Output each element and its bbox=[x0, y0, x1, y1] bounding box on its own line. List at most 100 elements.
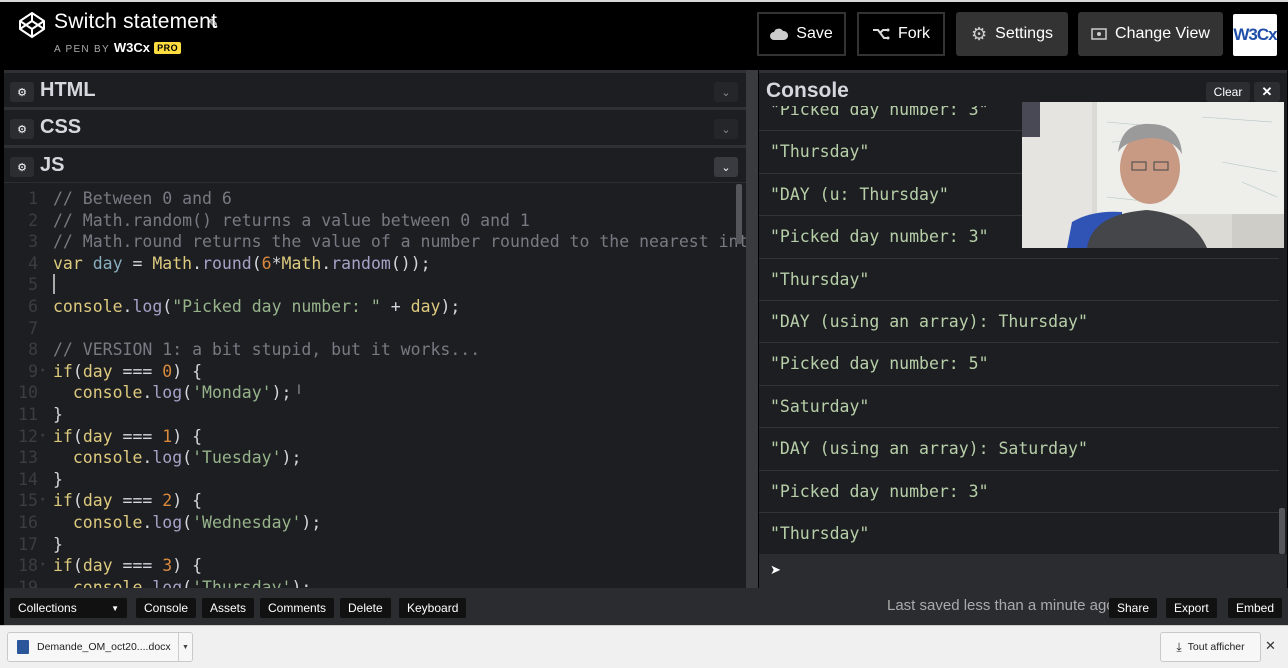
console-clear-button[interactable]: Clear bbox=[1206, 82, 1250, 102]
js-settings-gear-icon[interactable]: ⚙ bbox=[10, 157, 34, 177]
console-log-entry: "Thursday" bbox=[759, 259, 1279, 301]
code-line[interactable]: 3 // Math.round returns the value of a nu… bbox=[4, 231, 746, 253]
last-saved-status: Last saved less than a minute ago bbox=[887, 597, 1115, 614]
download-file-name: Demande_OM_oct20....docx bbox=[37, 641, 171, 653]
fork-button[interactable]: Fork bbox=[857, 12, 945, 56]
code-line[interactable]: 13 console.log('Tuesday'); bbox=[4, 447, 734, 469]
dropdown-caret-icon: ▼ bbox=[111, 603, 119, 613]
code-text: // Between 0 and 6 bbox=[53, 189, 232, 208]
footer-comments-button[interactable]: Comments bbox=[260, 598, 335, 618]
code-text: console.log('Wednesday'); bbox=[72, 513, 322, 532]
css-editor-title: CSS bbox=[40, 116, 82, 138]
code-line[interactable]: 18 ▾ if(day === 3) { bbox=[4, 555, 734, 577]
console-log-entry: "Saturday" bbox=[759, 386, 1279, 429]
settings-label: Settings bbox=[995, 25, 1053, 42]
code-line[interactable]: 19 console.log('Thursday'); bbox=[4, 577, 734, 588]
console-log-entry: "Picked day number: 3" bbox=[759, 471, 1279, 513]
css-settings-gear-icon[interactable]: ⚙ bbox=[10, 119, 34, 139]
share-button[interactable]: Share bbox=[1109, 598, 1158, 618]
pane-resize-handle[interactable] bbox=[746, 70, 758, 588]
line-number: 13 bbox=[18, 448, 38, 468]
line-number: 8 bbox=[28, 340, 38, 360]
css-collapse-chevron-icon[interactable]: ⌄ bbox=[714, 119, 738, 139]
codepen-logo-icon[interactable] bbox=[18, 11, 46, 39]
line-number: 18 bbox=[18, 556, 38, 576]
code-text: console.log('Monday'); bbox=[72, 383, 292, 403]
console-scrollbar[interactable] bbox=[1279, 508, 1285, 554]
html-collapse-chevron-icon[interactable]: ⌄ bbox=[714, 82, 738, 102]
download-options-caret-icon[interactable]: ▼ bbox=[178, 633, 192, 661]
css-editor-header[interactable]: ⚙ CSS ⌄ bbox=[4, 107, 746, 143]
change-view-button[interactable]: Change View bbox=[1078, 12, 1223, 56]
code-line[interactable]: 1 // Between 0 and 6 bbox=[4, 188, 734, 210]
show-all-downloads-button[interactable]: ⤓ Tout afficher bbox=[1160, 632, 1261, 662]
footer-keyboard-button[interactable]: Keyboard bbox=[399, 598, 467, 618]
console-log-entry: "Thursday" bbox=[759, 513, 1279, 556]
code-line[interactable]: 12 ▾ if(day === 1) { bbox=[4, 426, 734, 448]
embed-button[interactable]: Embed bbox=[1228, 598, 1283, 618]
code-line[interactable]: 15 ▾ if(day === 2) { bbox=[4, 490, 734, 512]
fork-label: Fork bbox=[898, 25, 930, 42]
footer-console-button[interactable]: Console bbox=[136, 598, 197, 618]
code-line[interactable]: 6 console.log("Picked day number: " + day… bbox=[4, 296, 734, 318]
code-line[interactable]: 11} bbox=[4, 404, 734, 426]
code-text: } bbox=[53, 405, 63, 424]
code-text: if(day === 3) { bbox=[53, 556, 203, 576]
console-prompt-icon: ➤ bbox=[770, 562, 781, 577]
js-collapse-chevron-icon[interactable]: ⌄ bbox=[714, 157, 738, 177]
line-number: 19 bbox=[18, 577, 38, 588]
code-line[interactable]: 5 bbox=[4, 274, 734, 296]
line-number: 16 bbox=[18, 513, 38, 532]
js-editor-title: JS bbox=[40, 154, 65, 176]
download-item[interactable]: Demande_OM_oct20....docx ▼ bbox=[7, 632, 193, 662]
console-log-entry: "DAY (using an array): Thursday" bbox=[759, 301, 1279, 344]
fold-toggle-icon[interactable]: ▾ bbox=[40, 490, 45, 512]
code-text: // VERSION 1: a bit stupid, but it works… bbox=[53, 340, 481, 360]
edit-title-pencil-icon[interactable]: ✎ bbox=[208, 16, 219, 32]
console-input[interactable]: ➤ bbox=[759, 554, 1287, 588]
footer-assets-button[interactable]: Assets bbox=[202, 598, 255, 618]
code-text: if(day === 2) { bbox=[53, 491, 203, 511]
settings-button[interactable]: ⚙ Settings bbox=[956, 12, 1068, 56]
fold-toggle-icon[interactable]: ▾ bbox=[40, 361, 45, 383]
code-editor-scrollbar[interactable] bbox=[736, 184, 742, 244]
js-editor-header[interactable]: ⚙ JS ⌄ bbox=[4, 145, 746, 181]
console-log-entry: "DAY (using an array): Saturday" bbox=[759, 428, 1279, 471]
pen-header: Switch statement ✎ A PEN BY W3Cx PRO Sav… bbox=[0, 2, 1288, 66]
download-bar-close-icon[interactable]: ✕ bbox=[1265, 638, 1276, 654]
export-button[interactable]: Export bbox=[1166, 598, 1217, 618]
js-code-editor[interactable]: I 1// Between 0 and 6 2// Math.random() r… bbox=[4, 182, 746, 588]
fold-toggle-icon[interactable]: ▾ bbox=[40, 426, 45, 448]
console-close-icon[interactable]: ✕ bbox=[1254, 82, 1280, 102]
code-text: if(day === 0) { bbox=[53, 361, 203, 381]
code-line[interactable]: 4 var day = Math.round(6*Math.random()); bbox=[4, 253, 734, 275]
console-header: Console Clear ✕ bbox=[759, 70, 1287, 106]
code-line[interactable]: 14} bbox=[4, 469, 734, 491]
code-line[interactable]: 7 bbox=[4, 318, 734, 340]
line-number: 15 bbox=[18, 491, 38, 511]
code-line[interactable]: 2 // Math.random() returns a value betwee… bbox=[4, 210, 734, 232]
user-avatar[interactable]: W3Cx bbox=[1233, 14, 1278, 56]
author-link[interactable]: W3Cx bbox=[114, 40, 150, 55]
download-icon: ⤓ bbox=[1176, 639, 1182, 654]
presenter-video-image bbox=[1022, 102, 1284, 248]
fold-toggle-icon[interactable]: ▾ bbox=[40, 555, 45, 577]
code-line[interactable]: 10 console.log('Monday'); bbox=[4, 382, 734, 404]
html-settings-gear-icon[interactable]: ⚙ bbox=[10, 82, 34, 102]
code-line[interactable]: 17} bbox=[4, 534, 734, 556]
gear-icon: ⚙ bbox=[971, 23, 988, 44]
code-line[interactable]: 9 ▾ if(day === 0) { bbox=[4, 361, 734, 383]
console-title: Console bbox=[766, 79, 849, 102]
collections-dropdown[interactable]: Collections ▼ bbox=[10, 598, 127, 618]
line-number: 3 bbox=[28, 232, 38, 252]
webcam-video-overlay bbox=[1022, 102, 1284, 248]
code-line[interactable]: 16 console.log('Wednesday'); bbox=[4, 512, 734, 534]
code-text: console.log('Thursday'); bbox=[72, 577, 312, 588]
footer-delete-button[interactable]: Delete bbox=[340, 598, 391, 618]
code-text: console.log('Tuesday'); bbox=[72, 448, 302, 468]
code-line[interactable]: 8 // VERSION 1: a bit stupid, but it work… bbox=[4, 339, 734, 361]
html-editor-header[interactable]: ⚙ HTML ⌄ bbox=[4, 70, 746, 106]
pen-title[interactable]: Switch statement bbox=[54, 10, 217, 34]
save-button[interactable]: Save bbox=[757, 12, 846, 56]
pen-byline: A PEN BY W3Cx PRO bbox=[54, 40, 182, 55]
